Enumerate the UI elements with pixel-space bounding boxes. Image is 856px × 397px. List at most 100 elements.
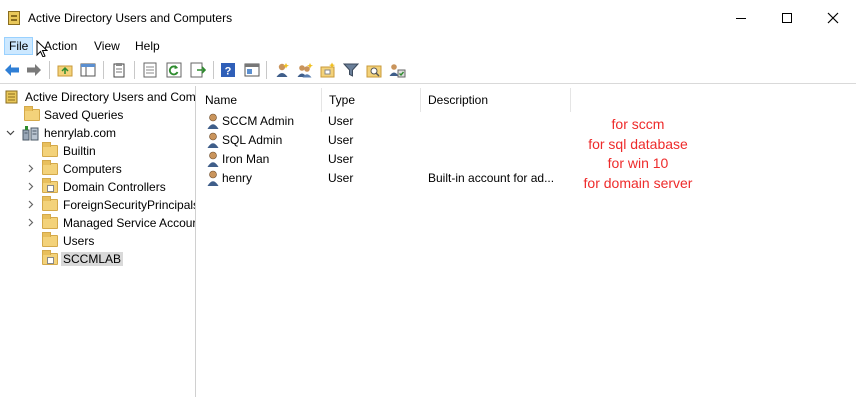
aduc-root-icon <box>5 90 21 104</box>
folder-icon <box>42 142 58 158</box>
properties-button[interactable] <box>140 60 160 80</box>
table-row[interactable]: SCCM Admin User <box>198 112 856 131</box>
column-header-type[interactable]: Type <box>322 88 421 112</box>
tree-item-label: Active Directory Users and Com <box>25 90 196 104</box>
tree-item-label: Domain Controllers <box>63 180 166 194</box>
cell-name: henry <box>222 171 253 185</box>
tree-item-label: SCCMLAB <box>61 252 124 266</box>
console-button[interactable] <box>242 60 262 80</box>
show-hide-tree-button[interactable] <box>78 60 98 80</box>
cell-name: SCCM Admin <box>222 114 295 128</box>
tree-item-computers[interactable]: Computers <box>0 160 195 178</box>
toolbar: ? <box>0 57 856 84</box>
close-button[interactable] <box>810 0 856 36</box>
tree-item-domain[interactable]: henrylab.com <box>0 124 195 142</box>
up-one-level-button[interactable] <box>55 60 75 80</box>
chevron-right-icon[interactable] <box>25 218 35 228</box>
user-icon <box>207 170 219 186</box>
clipboard-icon <box>113 63 125 78</box>
cell-description: Built-in account for ad... <box>428 171 555 185</box>
tree-item-saved-queries[interactable]: Saved Queries <box>0 106 195 124</box>
ou-folder-icon <box>42 250 58 266</box>
tree-item-label: Saved Queries <box>44 108 124 122</box>
tree-item-label: Computers <box>63 162 122 176</box>
menu-file[interactable]: File <box>4 37 34 55</box>
menu-view[interactable]: View <box>90 37 124 55</box>
export-list-icon <box>190 62 206 78</box>
folder-icon <box>24 106 40 122</box>
folder-icon <box>42 160 58 176</box>
new-group-button[interactable] <box>295 60 315 80</box>
window-title: Active Directory Users and Computers <box>28 11 233 25</box>
user-icon <box>207 151 219 167</box>
tree-item-sccmlab[interactable]: SCCMLAB <box>0 250 195 268</box>
annotation-line: for sccm <box>611 116 665 132</box>
filter-icon <box>343 63 359 77</box>
aduc-app-icon <box>8 11 20 25</box>
annotation-text: for sccm for sql database for win 10 for… <box>548 115 728 193</box>
annotation-line: for win 10 <box>607 155 669 171</box>
ou-folder-icon <box>42 178 58 194</box>
details-list-pane: Name Type Description SCCM Admin User SQ… <box>198 86 856 397</box>
maximize-button[interactable] <box>764 0 810 36</box>
filter-button[interactable] <box>341 60 361 80</box>
annotation-line: for sql database <box>588 135 688 152</box>
new-user-button[interactable] <box>272 60 292 80</box>
forward-button[interactable] <box>24 60 44 80</box>
user-icon <box>207 113 219 129</box>
cell-type: User <box>328 171 354 185</box>
back-arrow-icon <box>5 64 19 76</box>
chevron-right-icon[interactable] <box>25 164 35 174</box>
tree-item-label: Managed Service Accour <box>63 216 196 230</box>
tree-item-label: Builtin <box>63 144 96 158</box>
minimize-button[interactable] <box>718 0 764 36</box>
find-icon <box>366 65 382 78</box>
title-bar: Active Directory Users and Computers <box>0 0 856 36</box>
tree-item-domain-controllers[interactable]: Domain Controllers <box>0 178 195 196</box>
mouse-cursor-icon <box>36 40 48 58</box>
tree-item-foreign-security-principals[interactable]: ForeignSecurityPrincipals <box>0 196 195 214</box>
tree-item-builtin[interactable]: Builtin <box>0 142 195 160</box>
folder-icon <box>42 214 58 230</box>
user-icon <box>207 132 219 148</box>
tree-item-label: Users <box>63 234 95 248</box>
new-ou-button[interactable] <box>318 60 338 80</box>
delegate-control-button[interactable] <box>387 60 407 80</box>
tree-item-label: henrylab.com <box>44 126 117 140</box>
tree-item-users[interactable]: Users <box>0 232 195 250</box>
chevron-right-icon[interactable] <box>25 200 35 210</box>
tree-item-managed-service-accounts[interactable]: Managed Service Accour <box>0 214 196 232</box>
help-button[interactable]: ? <box>218 60 238 80</box>
tree-item-root[interactable]: Active Directory Users and Com <box>0 88 196 106</box>
help-icon: ? <box>221 63 235 78</box>
properties-icon <box>143 62 157 78</box>
column-header-name[interactable]: Name <box>198 88 322 112</box>
back-button[interactable] <box>2 60 22 80</box>
table-row[interactable]: SQL Admin User <box>198 131 856 150</box>
chevron-right-icon[interactable] <box>25 182 35 192</box>
refresh-button[interactable] <box>164 60 184 80</box>
console-icon <box>244 63 260 77</box>
cell-type: User <box>328 133 354 147</box>
show-tree-icon <box>80 63 96 77</box>
folder-icon <box>42 232 58 248</box>
delegate-icon <box>389 64 406 78</box>
close-icon <box>827 12 839 24</box>
menu-help[interactable]: Help <box>131 37 164 55</box>
find-button[interactable] <box>364 60 384 80</box>
cell-type: User <box>328 114 354 128</box>
svg-text:?: ? <box>225 66 232 78</box>
cell-name: Iron Man <box>222 152 270 166</box>
minimize-icon <box>736 17 746 19</box>
clipboard-button[interactable] <box>109 60 129 80</box>
maximize-icon <box>782 13 792 23</box>
table-row[interactable]: henry User Built-in account for ad... <box>198 169 856 188</box>
table-row[interactable]: Iron Man User <box>198 150 856 169</box>
export-list-button[interactable] <box>188 60 208 80</box>
cell-type: User <box>328 152 354 166</box>
chevron-down-icon[interactable] <box>5 128 15 138</box>
new-user-icon <box>276 63 289 77</box>
cell-name: SQL Admin <box>222 133 283 147</box>
refresh-icon <box>166 62 182 78</box>
column-header-description[interactable]: Description <box>421 88 571 112</box>
